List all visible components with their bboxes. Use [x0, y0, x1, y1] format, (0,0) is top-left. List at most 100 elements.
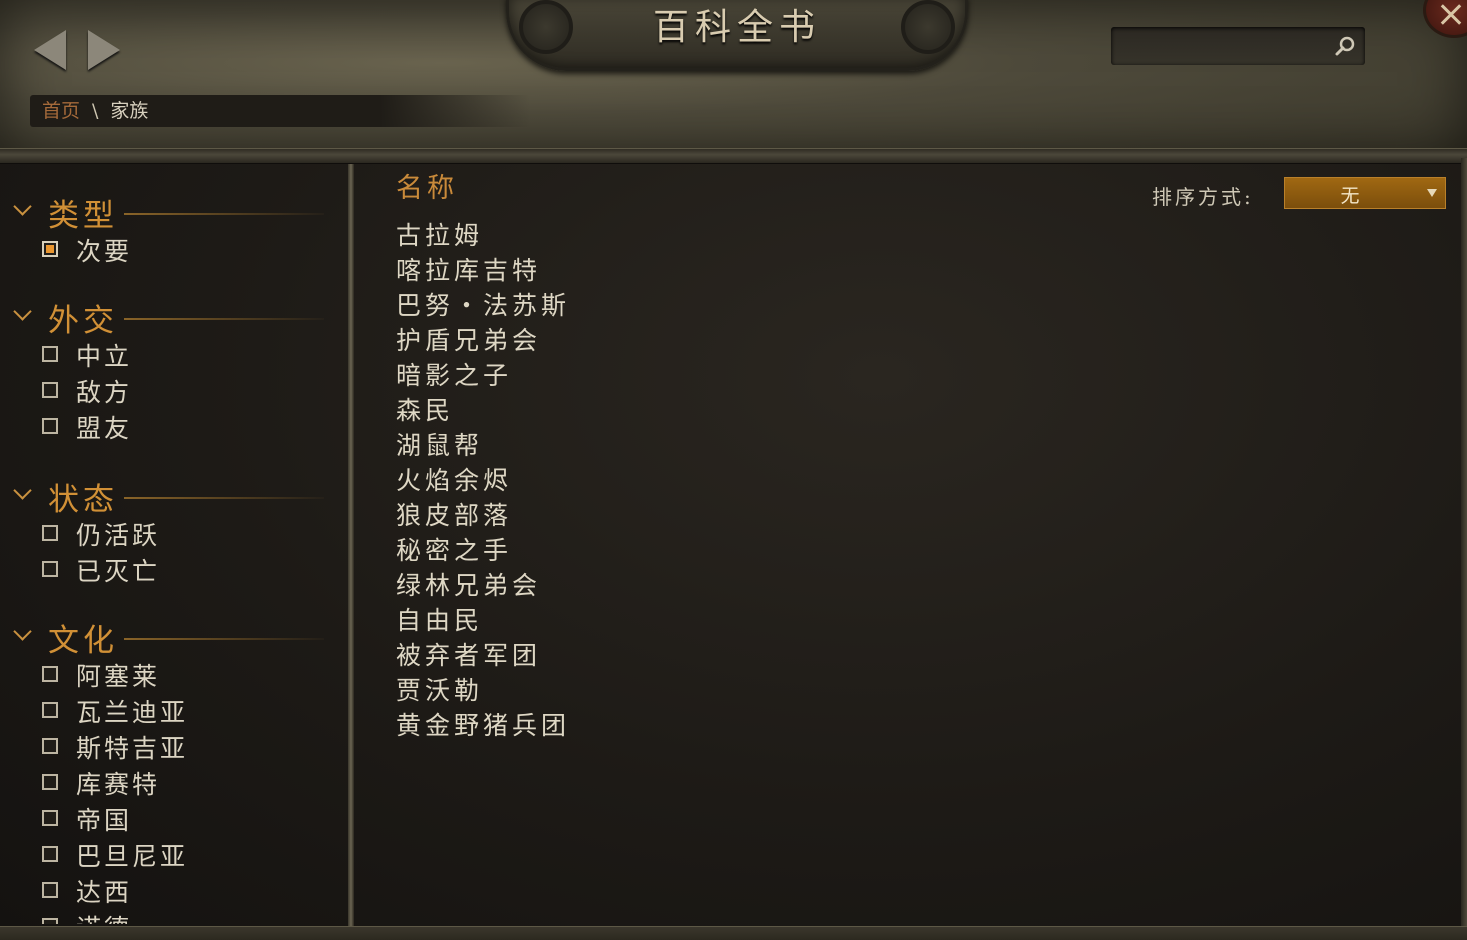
filter-option-label: 中立 [76, 342, 133, 371]
checkbox[interactable] [42, 738, 58, 754]
list-item[interactable]: 秘密之手 [396, 533, 570, 568]
filter-option-label: 达西 [76, 878, 133, 907]
name-column-header[interactable]: 名称 [396, 166, 458, 205]
list-item[interactable]: 湖鼠帮 [396, 428, 570, 463]
filter-group-header[interactable]: 外交 [4, 295, 348, 339]
forward-arrow-icon[interactable] [88, 30, 120, 70]
search-icon[interactable] [1334, 35, 1356, 57]
list-item[interactable]: 被弃者军团 [396, 638, 570, 673]
checkbox[interactable] [42, 882, 58, 898]
checkbox[interactable] [42, 346, 58, 362]
checkbox[interactable] [42, 666, 58, 682]
filter-group-diplomacy: 外交 中立 敌方 盟友 [4, 295, 348, 447]
filter-group-title: 状态 [48, 482, 118, 518]
list-item[interactable]: 喀拉库吉特 [396, 253, 570, 288]
chevron-down-icon [13, 481, 32, 500]
filter-group-header[interactable]: 状态 [4, 474, 348, 518]
filter-group-header[interactable]: 文化 [4, 615, 348, 659]
checkbox[interactable] [42, 525, 58, 541]
breadcrumb: 首页 \ 家族 [30, 95, 530, 127]
filter-group-type: 类型 次要 [4, 190, 348, 270]
filter-option-label: 帝国 [76, 806, 133, 835]
window-frame-right [1461, 158, 1467, 928]
filter-option[interactable]: 中立 [4, 339, 348, 375]
sort-dropdown[interactable]: 无 [1284, 177, 1446, 209]
checkbox[interactable] [42, 241, 58, 257]
list-item[interactable]: 护盾兄弟会 [396, 323, 570, 358]
filter-option[interactable]: 阿塞莱 [4, 659, 348, 695]
filter-group-title: 类型 [48, 198, 118, 234]
filter-group-header[interactable]: 类型 [4, 190, 348, 234]
filter-option-label: 瓦兰迪亚 [76, 698, 189, 727]
page-title: 百科全书 [652, 7, 821, 48]
filter-option-label: 仍活跃 [76, 521, 161, 550]
filter-option[interactable]: 次要 [4, 234, 348, 270]
chevron-down-icon [13, 622, 32, 641]
filter-option[interactable]: 帝国 [4, 803, 348, 839]
filter-option[interactable]: 达西 [4, 875, 348, 911]
clan-list-panel: 名称 排序方式: 无 古拉姆 喀拉库吉特 巴努・法苏斯 护盾兄弟会 暗影之子 森… [356, 164, 1460, 926]
header-bar: 百科全书 首页 \ 家族 [0, 0, 1467, 158]
filter-sidebar: 类型 次要 外交 中立 敌方 盟友 状态 仍活跃 已灭亡 文化 阿塞莱 瓦兰迪亚… [4, 164, 348, 924]
filter-option-label: 斯特吉亚 [76, 734, 189, 763]
breadcrumb-separator: \ [92, 100, 99, 122]
filter-option[interactable]: 诺德 [4, 911, 348, 924]
sidebar-scrollbar[interactable] [348, 164, 354, 926]
list-item[interactable]: 黄金野猪兵团 [396, 708, 570, 743]
filter-option-label: 阿塞莱 [76, 662, 161, 691]
sort-dropdown-value: 无 [1340, 185, 1360, 207]
divider [124, 318, 324, 320]
close-icon[interactable] [1423, 0, 1467, 38]
filter-option[interactable]: 库赛特 [4, 767, 348, 803]
filter-group-title: 文化 [48, 623, 118, 659]
encyclopedia-window: 百科全书 首页 \ 家族 类型 次要 外交 中立 敌方 盟友 状态 仍活跃 已灭… [0, 0, 1467, 940]
list-item[interactable]: 巴努・法苏斯 [396, 288, 570, 323]
filter-option-label: 库赛特 [76, 770, 161, 799]
filter-option[interactable]: 斯特吉亚 [4, 731, 348, 767]
divider [124, 638, 324, 640]
checkbox[interactable] [42, 810, 58, 826]
filter-option-label: 盟友 [76, 414, 133, 443]
divider [124, 497, 324, 499]
chevron-down-icon [13, 302, 32, 321]
sort-label: 排序方式: [1152, 185, 1254, 209]
breadcrumb-home-link[interactable]: 首页 [42, 100, 80, 122]
checkbox[interactable] [42, 918, 58, 924]
window-frame-bottom [0, 926, 1467, 940]
divider [124, 213, 324, 215]
list-item[interactable]: 火焰余烬 [396, 463, 570, 498]
checkbox[interactable] [42, 418, 58, 434]
header-divider [0, 148, 1467, 164]
list-item[interactable]: 古拉姆 [396, 218, 570, 253]
filter-option[interactable]: 巴旦尼亚 [4, 839, 348, 875]
chevron-down-icon [13, 197, 32, 216]
filter-option[interactable]: 已灭亡 [4, 554, 348, 590]
filter-option[interactable]: 仍活跃 [4, 518, 348, 554]
breadcrumb-current: 家族 [110, 100, 149, 122]
list-item[interactable]: 狼皮部落 [396, 498, 570, 533]
checkbox[interactable] [42, 702, 58, 718]
filter-group-status: 状态 仍活跃 已灭亡 [4, 474, 348, 590]
filter-option[interactable]: 瓦兰迪亚 [4, 695, 348, 731]
title-plaque: 百科全书 [506, 0, 968, 71]
filter-option-label: 敌方 [76, 378, 133, 407]
list-item[interactable]: 自由民 [396, 603, 570, 638]
filter-group-title: 外交 [48, 303, 118, 339]
search-input[interactable] [1111, 27, 1365, 65]
checkbox[interactable] [42, 561, 58, 577]
list-item[interactable]: 绿林兄弟会 [396, 568, 570, 603]
filter-option-label: 诺德 [76, 909, 132, 924]
filter-option[interactable]: 盟友 [4, 411, 348, 447]
filter-option-label: 巴旦尼亚 [76, 842, 189, 871]
checkbox[interactable] [42, 846, 58, 862]
list-item[interactable]: 贾沃勒 [396, 673, 570, 708]
list-item[interactable]: 暗影之子 [396, 358, 570, 393]
list-item[interactable]: 森民 [396, 393, 570, 428]
filter-option[interactable]: 敌方 [4, 375, 348, 411]
filter-option-label: 次要 [76, 237, 133, 266]
back-arrow-icon[interactable] [34, 30, 66, 70]
filter-option-label: 已灭亡 [76, 557, 161, 586]
clan-list: 古拉姆 喀拉库吉特 巴努・法苏斯 护盾兄弟会 暗影之子 森民 湖鼠帮 火焰余烬 … [396, 218, 570, 743]
checkbox[interactable] [42, 382, 58, 398]
checkbox[interactable] [42, 774, 58, 790]
